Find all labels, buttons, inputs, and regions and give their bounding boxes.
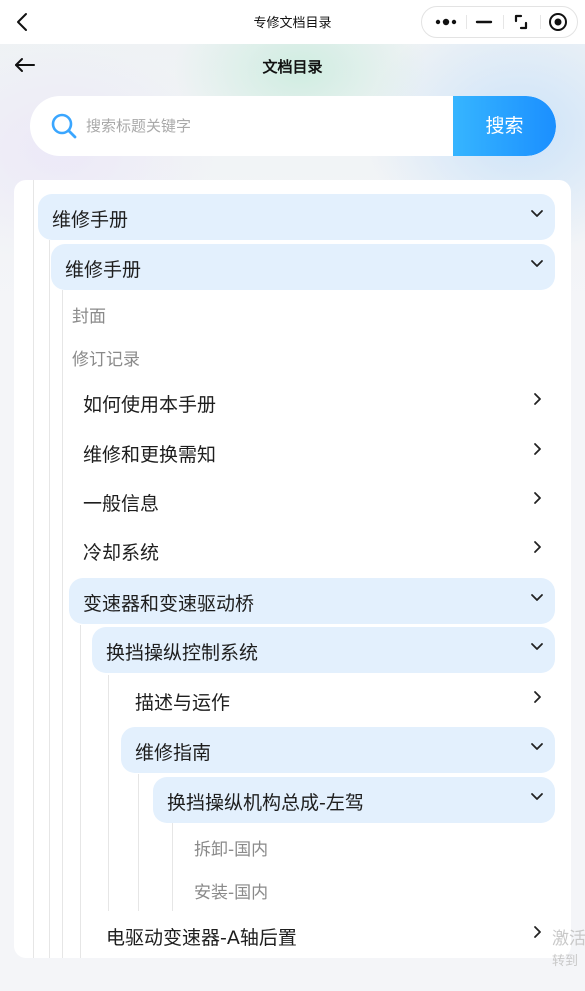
tree-node-label: 维修指南 — [135, 742, 212, 764]
capsule-menu — [421, 6, 578, 38]
tree-guide-line — [33, 180, 34, 958]
tree-node-label: 描述与运作 — [135, 692, 231, 714]
tree-node-maintenance-manual[interactable]: 维修手册 — [38, 194, 555, 240]
search-button[interactable]: 搜索 — [453, 96, 556, 156]
tree-guide-line — [138, 774, 139, 911]
chevron-down-icon — [531, 643, 543, 650]
tree-node-shift-control-system[interactable]: 换挡操纵控制系统 — [92, 627, 555, 673]
tree-node-label: 换挡操纵机构总成-左驾 — [167, 792, 364, 814]
navigation-bar: 专修文档目录 — [0, 0, 585, 44]
tree-node-general-info[interactable]: 一般信息 — [69, 478, 555, 524]
overlay-text-line1: 激活 — [552, 929, 585, 949]
tree-leaf-removal[interactable]: 拆卸-国内 — [194, 835, 268, 860]
search-icon — [51, 113, 77, 139]
tree-node-maintenance-manual-sub[interactable]: 维修手册 — [51, 244, 555, 290]
tree-leaf-revision[interactable]: 修订记录 — [72, 345, 140, 370]
tree-guide-line — [172, 823, 173, 911]
tree-leaf-cover[interactable]: 封面 — [72, 302, 106, 327]
chevron-right-icon — [534, 691, 541, 703]
capsule-divider — [540, 15, 541, 29]
tree-node-label: 如何使用本手册 — [83, 394, 217, 416]
tree-node-label: 电驱动变速器-A轴后置 — [106, 927, 297, 949]
tree-node-repair-guide[interactable]: 维修指南 — [121, 727, 555, 773]
target-icon[interactable] — [543, 7, 573, 37]
tree-node-label: 一般信息 — [83, 493, 160, 515]
minus-icon[interactable] — [469, 7, 499, 37]
capsule-divider — [503, 15, 504, 29]
tree-node-shift-assembly-lhd[interactable]: 换挡操纵机构总成-左驾 — [153, 777, 555, 823]
tree-node-repair-notes[interactable]: 维修和更换需知 — [69, 429, 555, 475]
search-input[interactable] — [86, 114, 446, 138]
tree-node-label: 维修和更换需知 — [83, 444, 217, 466]
page-title: 文档目录 — [262, 58, 323, 76]
tree-guide-line — [62, 290, 63, 958]
chevron-down-icon — [531, 743, 543, 750]
tree-node-label: 变速器和变速驱动桥 — [83, 593, 255, 615]
tree-guide-line — [108, 675, 109, 911]
tree-node-e-drive-transmission[interactable]: 电驱动变速器-A轴后置 — [92, 912, 555, 958]
chevron-right-icon — [534, 492, 541, 504]
corner-arrows-icon[interactable] — [506, 7, 536, 37]
chevron-down-icon — [531, 793, 543, 800]
tree-guide-line — [49, 240, 50, 958]
capsule-divider — [466, 15, 467, 29]
tree-node-label: 维修手册 — [52, 209, 129, 231]
more-dots-icon[interactable] — [430, 7, 462, 37]
chevron-right-icon — [534, 443, 541, 455]
tree-node-label: 维修手册 — [65, 259, 142, 281]
directory-tree: 维修手册 维修手册 封面 修订记录 如何使用本手册 维修和更换需知 一般信息 冷… — [14, 180, 571, 958]
tree-node-label: 冷却系统 — [83, 542, 160, 564]
tree-node-how-to-use[interactable]: 如何使用本手册 — [69, 379, 555, 425]
chevron-down-icon — [531, 594, 543, 601]
chevron-right-icon — [534, 393, 541, 405]
tree-node-cooling-system[interactable]: 冷却系统 — [69, 527, 555, 573]
chevron-down-icon — [531, 260, 543, 267]
tree-node-description-operation[interactable]: 描述与运作 — [121, 677, 555, 723]
chevron-down-icon — [531, 210, 543, 217]
chevron-right-icon — [534, 541, 541, 553]
overlay-text-line2: 转到 — [552, 954, 579, 969]
search-bar: 搜索 — [30, 96, 556, 156]
tree-node-label: 换挡操纵控制系统 — [106, 642, 259, 664]
tree-node-transmission[interactable]: 变速器和变速驱动桥 — [69, 578, 555, 624]
chevron-right-icon — [534, 926, 541, 938]
tree-guide-line — [80, 625, 81, 958]
tree-leaf-install[interactable]: 安装-国内 — [194, 878, 268, 903]
